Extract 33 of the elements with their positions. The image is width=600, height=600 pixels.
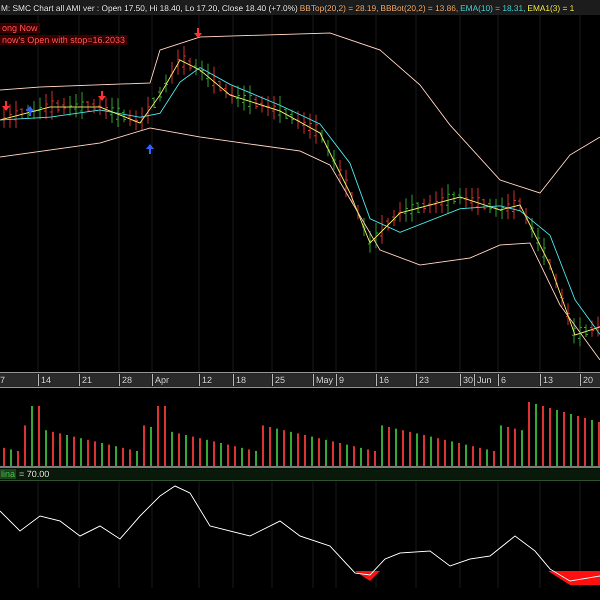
date-label: 23 — [416, 374, 430, 386]
down-arrow-icon — [2, 101, 10, 111]
indicator-reading: BBBot(20,2) = 13.86, — [380, 2, 458, 12]
date-label: 20 — [580, 374, 594, 386]
date-label: 12 — [199, 374, 212, 386]
up-arrow-icon — [146, 144, 154, 154]
oversold-area — [355, 571, 380, 581]
date-label: Apr — [152, 374, 170, 386]
date-label: 18 — [233, 374, 246, 386]
date-label: 13 — [540, 374, 554, 386]
date-label: 25 — [272, 374, 286, 386]
date-label: 9 — [336, 374, 344, 386]
down-arrow-icon — [98, 91, 106, 101]
up-arrow-icon — [26, 106, 34, 116]
date-label: 16 — [376, 374, 390, 386]
date-label: May — [313, 374, 334, 386]
date-label: 14 — [38, 374, 52, 386]
indicator-name: lina — [0, 469, 16, 479]
indicator-reading: EMA1(3) = 1 — [527, 2, 574, 12]
oversold-area — [548, 571, 600, 585]
date-label: 21 — [79, 374, 92, 386]
signal-label: now's Open with stop=16.2033 — [0, 35, 128, 45]
date-label: Jun — [474, 374, 492, 386]
indicator-value: = 70.00 — [19, 469, 50, 479]
date-label: 30 — [460, 374, 474, 386]
date-label: 6 — [498, 374, 506, 386]
indicator-reading: EMA(10) = 18.31, — [460, 2, 526, 12]
chart-title: M: SMC Chart all AMI ver : Open 17.50, Hi 18.40, Lo 17.20, Close 18.40 (+7.0%) — [1, 2, 298, 12]
date-label: 7 — [0, 374, 6, 386]
indicator-reading: BBTop(20,2) = 28.19, — [300, 2, 378, 12]
signal-label: ong Now — [0, 23, 40, 33]
date-label: 28 — [119, 374, 132, 386]
down-arrow-icon — [194, 28, 202, 38]
